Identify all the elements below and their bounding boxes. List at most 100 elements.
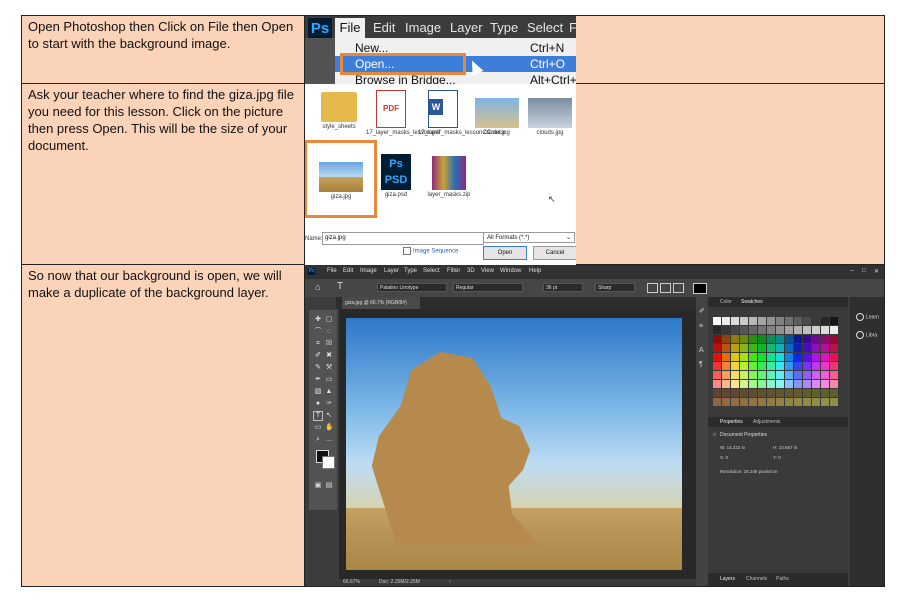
swatch[interactable] [713,344,721,352]
swatch[interactable] [803,371,811,379]
swatch[interactable] [803,326,811,334]
swatch[interactable] [812,389,820,397]
swatch[interactable] [812,353,820,361]
swatch[interactable] [785,362,793,370]
pen-tool-icon[interactable]: ✑ [325,400,333,408]
swatch[interactable] [830,380,838,388]
stamp-tool-icon[interactable]: ⚒ [325,364,333,372]
swatch[interactable] [812,326,820,334]
swatch[interactable] [731,371,739,379]
swatch[interactable] [803,344,811,352]
file-item-docx[interactable]: W 17_layer_masks_lessonCC.docx [418,90,505,137]
swatch[interactable] [713,389,721,397]
swatch[interactable] [821,362,829,370]
swatch[interactable] [776,380,784,388]
swatch[interactable] [758,398,766,406]
adjust-icon[interactable]: ≡ [699,323,703,330]
align-left-icon[interactable] [647,283,658,293]
menu-image[interactable]: Image [405,20,441,35]
swatch[interactable] [785,380,793,388]
swatch[interactable] [713,326,721,334]
swatch[interactable] [812,380,820,388]
text-color-swatch[interactable] [693,283,707,294]
align-right-icon[interactable] [673,283,684,293]
swatch[interactable] [776,335,784,343]
file-item-clouds[interactable]: clouds.jpg [525,98,575,137]
swatch[interactable] [812,398,820,406]
swatch[interactable] [713,398,721,406]
prop-width[interactable]: W: 14.222 in [720,445,745,450]
swatch[interactable] [767,362,775,370]
image-sequence-checkbox[interactable]: Image Sequence [403,247,458,255]
swatch[interactable] [821,398,829,406]
swatch[interactable] [794,326,802,334]
swatch[interactable] [767,326,775,334]
swatch[interactable] [758,317,766,325]
swatch[interactable] [821,335,829,343]
ws-menu-filter[interactable]: Filter [447,268,460,274]
antialias-select[interactable]: Sharp [595,283,635,292]
swatch[interactable] [803,362,811,370]
swatch[interactable] [767,335,775,343]
swatch[interactable] [803,389,811,397]
swatch[interactable] [758,326,766,334]
swatch[interactable] [749,353,757,361]
swatch[interactable] [740,362,748,370]
swatch[interactable] [731,398,739,406]
swatch[interactable] [794,353,802,361]
swatch[interactable] [767,380,775,388]
swatch[interactable] [749,317,757,325]
swatch[interactable] [767,344,775,352]
shape-tool-icon[interactable]: ▭ [314,424,322,432]
swatch[interactable] [830,371,838,379]
swatch[interactable] [821,344,829,352]
swatch[interactable] [776,362,784,370]
swatch[interactable] [731,380,739,388]
zoom-tool-icon[interactable]: ⌕ [314,436,322,444]
swatch[interactable] [776,317,784,325]
tab-channels[interactable]: Channels [746,573,767,586]
swatch[interactable] [758,371,766,379]
swatch[interactable] [749,389,757,397]
eyedropper-tool-icon[interactable]: ✐ [314,352,322,360]
swatch[interactable] [731,389,739,397]
file-item-folder[interactable]: style_sheets [314,92,364,131]
zoom-level[interactable]: 66.67% [343,579,360,586]
move-tool-icon[interactable]: ✚ [314,316,322,324]
swatch[interactable] [740,371,748,379]
swatch[interactable] [722,362,730,370]
crop-tool-icon[interactable]: ⌗ [314,340,322,348]
history-brush-icon[interactable]: ✒ [314,376,322,384]
swatch[interactable] [785,371,793,379]
ws-menu-type[interactable]: Type [404,268,417,274]
swatch[interactable] [830,398,838,406]
swatch[interactable] [740,335,748,343]
swatch[interactable] [758,353,766,361]
swatch[interactable] [731,317,739,325]
swatch[interactable] [731,335,739,343]
healing-tool-icon[interactable]: ✖ [325,352,333,360]
swatch[interactable] [722,389,730,397]
close-icon[interactable]: ✕ [874,268,879,275]
font-style-select[interactable]: Regular [453,283,523,292]
tab-adjustments[interactable]: Adjustments [753,417,781,427]
swatch[interactable] [785,317,793,325]
swatch[interactable] [731,353,739,361]
swatch[interactable] [803,353,811,361]
maximize-icon[interactable]: □ [862,268,866,274]
tab-properties[interactable]: Properties [720,417,743,427]
swatch[interactable] [713,380,721,388]
swatch[interactable] [812,371,820,379]
brush-tool-icon[interactable]: ✎ [314,364,322,372]
swatch[interactable] [722,371,730,379]
file-item-zip[interactable]: layer_masks.zip [424,156,474,199]
swatch[interactable] [830,362,838,370]
swatch[interactable] [731,344,739,352]
swatch[interactable] [812,335,820,343]
swatch[interactable] [830,317,838,325]
swatch[interactable] [767,398,775,406]
swatch[interactable] [767,317,775,325]
swatch[interactable] [830,353,838,361]
swatch[interactable] [740,317,748,325]
menu-file[interactable]: File [335,18,365,38]
